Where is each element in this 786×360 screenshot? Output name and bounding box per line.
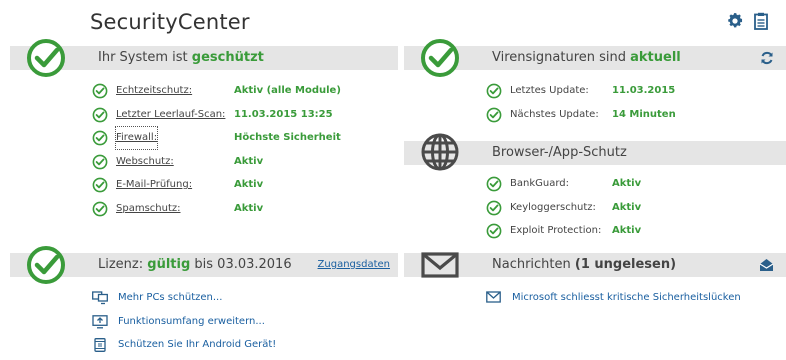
status-value: Aktiv: [612, 201, 642, 213]
status-row: Firewall: Höchste Sicherheit: [92, 126, 392, 150]
more-pcs-link[interactable]: Mehr PCs schützen...: [92, 288, 222, 308]
check-icon: [486, 223, 502, 239]
status-value: Aktiv: [234, 155, 264, 167]
status-row: Echtzeitschutz: Aktiv (alle Module): [92, 80, 392, 102]
status-value: Aktiv: [612, 178, 642, 189]
status-label[interactable]: BankGuard:: [510, 173, 569, 195]
status-value: Aktiv: [234, 202, 264, 214]
signatures-header: Virensignaturen sind aktuell: [404, 46, 786, 70]
browser-protection-header: Browser-/App-Schutz: [404, 141, 786, 165]
status-label[interactable]: Letztes Update:: [510, 80, 589, 102]
check-icon: [92, 107, 108, 123]
app-title: SecurityCenter: [90, 10, 250, 34]
status-label[interactable]: Exploit Protection:: [510, 220, 601, 242]
status-label[interactable]: Keyloggerschutz:: [510, 197, 596, 219]
check-icon: [92, 130, 108, 146]
envelope-icon: [486, 291, 502, 305]
system-status-value: geschützt: [191, 50, 264, 65]
status-label[interactable]: Spamschutz:: [116, 198, 181, 220]
extend-features-link[interactable]: Funktionsumfang erweitern...: [92, 312, 265, 332]
clipboard-icon[interactable]: [754, 12, 768, 34]
status-value: 11.03.2015 13:25: [234, 108, 333, 120]
status-value: Aktiv (alle Module): [234, 85, 341, 96]
status-value: Höchste Sicherheit: [234, 132, 341, 143]
top-toolbar: [726, 12, 768, 34]
status-row: Letzter Leerlauf-Scan: 11.03.2015 13:25: [92, 104, 392, 126]
globe-icon: [420, 132, 460, 176]
check-icon: [486, 176, 502, 192]
monitor-upgrade-icon: [92, 315, 108, 329]
check-icon: [486, 200, 502, 216]
computers-icon: [92, 291, 108, 305]
open-envelope-icon[interactable]: [759, 257, 774, 281]
status-label[interactable]: Firewall:: [114, 126, 159, 150]
signatures-status-value: aktuell: [630, 50, 681, 65]
system-protected-check-icon: [26, 38, 66, 82]
status-label[interactable]: Letzter Leerlauf-Scan:: [116, 104, 225, 126]
license-valid-check-icon: [26, 245, 66, 289]
status-row: Letztes Update: 11.03.2015: [486, 80, 786, 102]
license-header: Lizenz: gültig bis 03.03.2016 Zugangsdat…: [10, 253, 398, 277]
status-label[interactable]: Echtzeitschutz:: [116, 80, 192, 102]
status-label[interactable]: E-Mail-Prüfung:: [116, 174, 192, 196]
check-icon: [486, 107, 502, 123]
status-row: Keyloggerschutz: Aktiv: [486, 197, 786, 219]
status-row: Webschutz: Aktiv: [92, 151, 392, 173]
status-value: 11.03.2015: [612, 85, 676, 96]
check-icon: [92, 201, 108, 217]
refresh-icon[interactable]: [760, 50, 774, 74]
status-row: Exploit Protection: Aktiv: [486, 220, 786, 242]
system-status-header: Ihr System ist geschützt: [10, 46, 398, 70]
status-value: Aktiv: [612, 225, 642, 236]
status-row: Nächstes Update: 14 Minuten: [486, 104, 786, 126]
status-label[interactable]: Nächstes Update:: [510, 104, 599, 126]
status-label[interactable]: Webschutz:: [116, 151, 174, 173]
check-icon: [92, 177, 108, 193]
message-item[interactable]: Microsoft schliesst kritische Sicherheit…: [486, 288, 741, 308]
status-row: BankGuard: Aktiv: [486, 173, 786, 195]
status-row: Spamschutz: Aktiv: [92, 198, 392, 220]
envelope-large-icon: [420, 245, 460, 289]
protect-android-link[interactable]: Schützen Sie Ihr Android Gerät!: [92, 335, 276, 355]
check-icon: [486, 83, 502, 99]
check-icon: [92, 83, 108, 99]
check-icon: [92, 154, 108, 170]
messages-header: Nachrichten (1 ungelesen): [404, 253, 786, 277]
status-row: E-Mail-Prüfung: Aktiv: [92, 174, 392, 196]
access-data-link[interactable]: Zugangsdaten: [318, 253, 390, 277]
android-device-icon: [92, 338, 108, 352]
status-value: 14 Minuten: [612, 108, 676, 120]
gear-icon[interactable]: [726, 12, 744, 34]
unread-count: (1 ungelesen): [574, 257, 677, 272]
signatures-current-check-icon: [420, 38, 460, 82]
license-status-value: gültig: [147, 257, 191, 272]
status-value: Aktiv: [234, 179, 264, 190]
